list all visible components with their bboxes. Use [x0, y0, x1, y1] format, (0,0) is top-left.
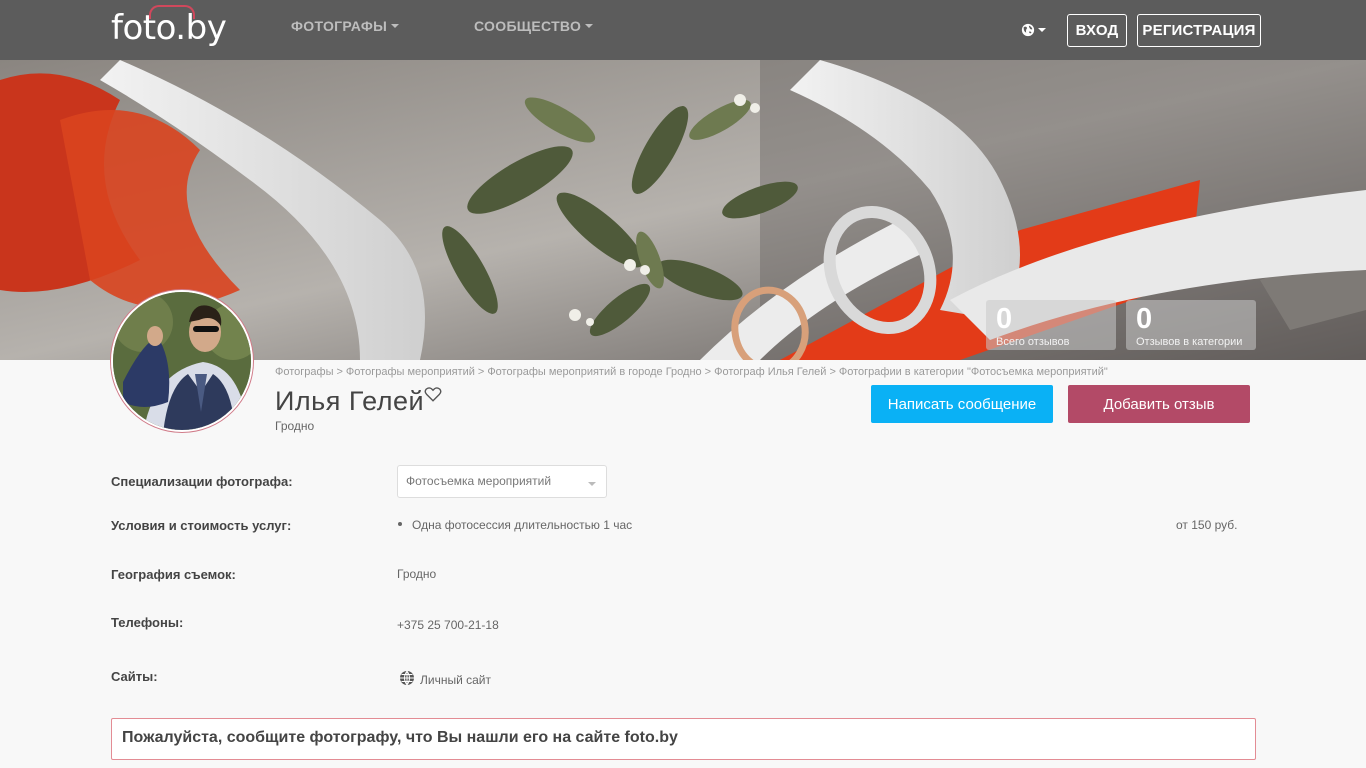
breadcrumb-separator: > — [336, 366, 343, 378]
nav-photographers-label: ФОТОГРАФЫ — [291, 18, 388, 34]
stat-total-label: Всего отзывов — [996, 336, 1070, 348]
site-logo[interactable]: foto.by — [111, 5, 227, 48]
photographer-city: Гродно — [275, 419, 315, 433]
personal-site-link[interactable]: Личный сайт — [420, 673, 491, 687]
breadcrumb-separator: > — [477, 366, 485, 378]
globe-icon — [400, 670, 414, 686]
stat-total-value: 0 — [996, 303, 1013, 335]
specializations-label: Специализации фотографа: — [111, 474, 293, 489]
avatar — [111, 290, 253, 432]
bullet-icon — [398, 522, 402, 526]
stat-category-value: 0 — [1136, 303, 1153, 335]
geography-value: Гродно — [397, 567, 437, 581]
breadcrumb-item[interactable]: Фотографы мероприятий в городе Гродно — [487, 366, 701, 378]
chevron-down-icon — [588, 482, 596, 486]
logo-roof-icon — [149, 5, 195, 19]
register-button[interactable]: РЕГИСТРАЦИЯ — [1137, 14, 1261, 47]
nav-photographers[interactable]: ФОТОГРАФЫ — [291, 18, 400, 34]
stat-category-reviews: 0 Отзывов в категории — [1126, 300, 1256, 350]
stat-total-reviews: 0 Всего отзывов — [986, 300, 1116, 350]
top-navbar: foto.by ФОТОГРАФЫ СООБЩЕСТВО ВХОД РЕГИСТ… — [0, 0, 1366, 60]
breadcrumb-item[interactable]: Фотографы — [275, 366, 333, 378]
sites-label: Сайты: — [111, 669, 158, 684]
login-button[interactable]: ВХОД — [1067, 14, 1127, 47]
nav-community-label: СООБЩЕСТВО — [474, 18, 582, 34]
chevron-down-icon — [391, 24, 400, 28]
notice-banner: Пожалуйста, сообщите фотографу, что Вы н… — [111, 718, 1256, 760]
breadcrumb-item[interactable]: Фотографии в категории "Фотосъемка мероп… — [839, 366, 1108, 378]
breadcrumb-item[interactable]: Фотографы мероприятий — [346, 366, 475, 378]
stat-category-label: Отзывов в категории — [1136, 336, 1243, 348]
breadcrumb: Фотографы > Фотографы мероприятий > Фотограф… — [275, 366, 1108, 378]
geography-label: География съемок: — [111, 567, 236, 582]
avatar-photo — [113, 292, 251, 430]
language-dropdown[interactable] — [1021, 20, 1049, 40]
conditions-label: Условия и стоимость услуг: — [111, 518, 292, 533]
breadcrumb-item[interactable]: Фотограф Илья Гелей — [714, 366, 826, 378]
phone-value: +375 25 700-21-18 — [397, 618, 499, 632]
chevron-down-icon — [585, 24, 594, 28]
globe-icon — [1021, 23, 1035, 37]
service-name: Одна фотосессия длительностью 1 час — [412, 518, 633, 532]
breadcrumb-separator: > — [704, 366, 712, 378]
write-message-button[interactable]: Написать сообщение — [871, 385, 1053, 423]
phones-label: Телефоны: — [111, 615, 184, 630]
specialization-selected: Фотосъемка мероприятий — [406, 474, 552, 488]
heart-icon[interactable] — [424, 385, 442, 403]
service-price: от 150 руб. — [1176, 518, 1238, 532]
add-review-button[interactable]: Добавить отзыв — [1068, 385, 1250, 423]
chevron-down-icon — [1038, 28, 1046, 32]
specialization-select[interactable]: Фотосъемка мероприятий — [397, 465, 607, 498]
nav-community[interactable]: СООБЩЕСТВО — [474, 18, 594, 34]
breadcrumb-separator: > — [829, 366, 836, 378]
photographer-name: Илья Гелей — [275, 386, 425, 416]
